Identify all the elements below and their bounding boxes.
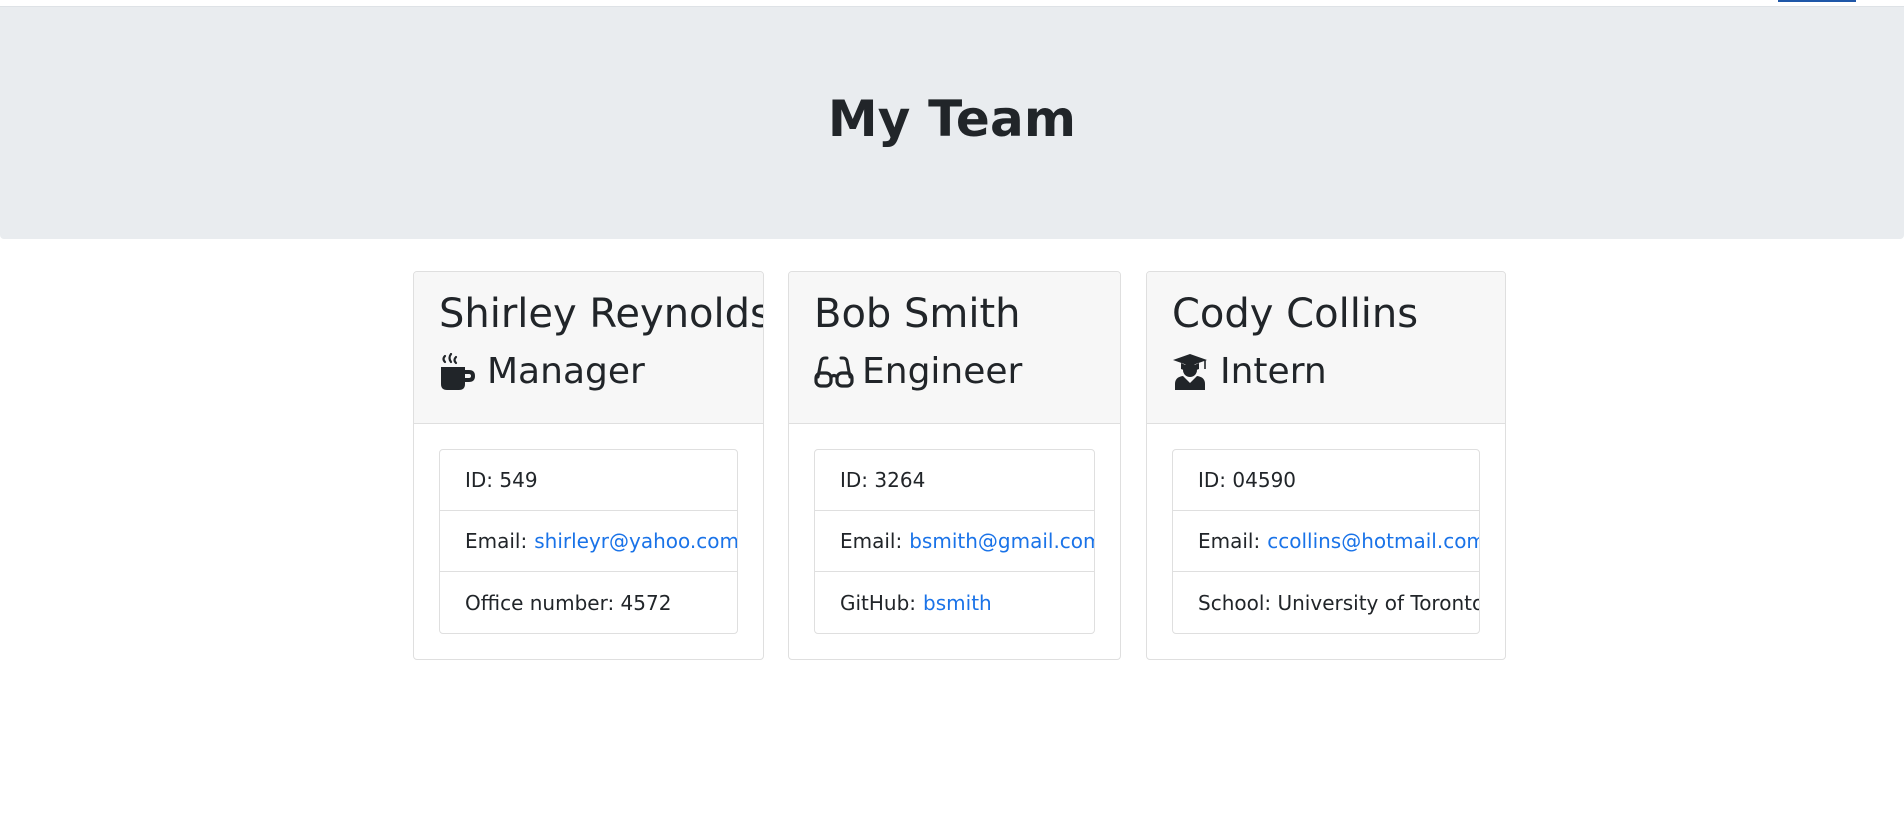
page-header: My Team (0, 7, 1904, 239)
id-row: ID: 549 (440, 450, 737, 511)
top-edge-element (1778, 0, 1856, 2)
office-number-row: Office number: 4572 (440, 572, 737, 633)
id-text: ID: 04590 (1198, 468, 1297, 492)
glasses-icon (814, 353, 854, 391)
school-row: School: University of Toronto (1173, 572, 1479, 633)
email-row: Email: shirleyr@yahoo.com (440, 511, 737, 572)
id-text: ID: 549 (465, 468, 538, 492)
email-label: Email: (1198, 529, 1261, 553)
email-label: Email: (465, 529, 528, 553)
email-row: Email: bsmith@gmail.com (815, 511, 1094, 572)
employee-role: Intern (1172, 350, 1505, 394)
email-row: Email: ccollins@hotmail.com (1173, 511, 1479, 572)
role-label: Intern (1220, 351, 1327, 392)
page-title: My Team (827, 90, 1077, 148)
github-label: GitHub: (840, 590, 917, 615)
role-label: Manager (487, 351, 645, 392)
info-list: ID: 549 Email: shirleyr@yahoo.com Office… (439, 449, 738, 634)
employee-role: Manager (439, 350, 763, 394)
employee-name: Cody Collins (1172, 291, 1419, 337)
graduate-icon (1172, 353, 1212, 391)
card-body: ID: 3264 Email: bsmith@gmail.com GitHub:… (789, 424, 1120, 659)
email-link[interactable]: shirleyr@yahoo.com (534, 529, 737, 553)
employee-role: Engineer (814, 350, 1120, 394)
card-body: ID: 04590 Email: ccollins@hotmail.com Sc… (1147, 424, 1505, 659)
employee-card-manager: Shirley Reynolds Manager ID: 549 Email: … (413, 271, 764, 660)
email-link[interactable]: ccollins@hotmail.com (1267, 529, 1479, 553)
employee-name: Shirley Reynolds (439, 291, 764, 337)
employee-card-intern: Cody Collins Intern ID: 04590 Email: cco… (1146, 271, 1506, 660)
card-header: Bob Smith Engineer (789, 272, 1120, 424)
employee-name: Bob Smith (814, 291, 1021, 337)
github-link[interactable]: bsmith (923, 591, 992, 615)
email-link[interactable]: bsmith@gmail.com (909, 529, 1094, 553)
info-list: ID: 04590 Email: ccollins@hotmail.com Sc… (1172, 449, 1480, 634)
card-header: Cody Collins Intern (1147, 272, 1505, 424)
info-list: ID: 3264 Email: bsmith@gmail.com GitHub:… (814, 449, 1095, 634)
email-label: Email: (840, 529, 903, 553)
card-body: ID: 549 Email: shirleyr@yahoo.com Office… (414, 424, 763, 659)
employee-card-engineer: Bob Smith Engineer ID: 3264 Email: bsmit… (788, 271, 1121, 660)
mug-icon (439, 353, 479, 391)
id-row: ID: 04590 (1173, 450, 1479, 511)
github-row: GitHub: bsmith (815, 572, 1094, 633)
school-text: School: University of Toronto (1198, 590, 1480, 615)
office-number-text: Office number: 4572 (465, 590, 672, 615)
id-row: ID: 3264 (815, 450, 1094, 511)
browser-top-strip (0, 0, 1904, 7)
card-header: Shirley Reynolds Manager (414, 272, 763, 424)
role-label: Engineer (862, 351, 1023, 392)
id-text: ID: 3264 (840, 468, 926, 492)
